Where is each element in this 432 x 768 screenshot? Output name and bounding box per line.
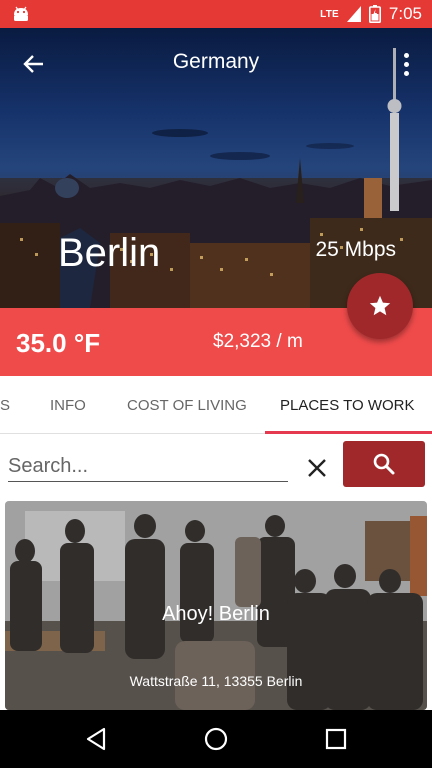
place-address: Wattstraße 11, 13355 Berlin: [129, 673, 303, 689]
tab-places-to-work[interactable]: PLACES TO WORK: [280, 376, 414, 434]
battery-icon: [368, 5, 381, 23]
search-bar: [0, 434, 432, 500]
status-time: 7:05: [388, 4, 422, 23]
system-navigation-bar: [0, 710, 432, 768]
place-card[interactable]: Ahoy! Berlin Wattstraße 11, 13355 Berlin: [5, 501, 427, 710]
nav-back-button[interactable]: [80, 723, 112, 755]
close-icon: [308, 459, 326, 477]
tab-cost-of-living[interactable]: COST OF LIVING: [127, 376, 247, 434]
city-hero-image: Germany Berlin 25 Mbps: [0, 28, 432, 308]
search-icon: [373, 453, 395, 475]
toolbar-title: Germany: [172, 50, 260, 73]
status-bar: LTE 7:05: [0, 0, 432, 28]
search-input[interactable]: [8, 452, 288, 482]
search-button[interactable]: [343, 441, 425, 487]
favorite-button[interactable]: [347, 273, 413, 339]
temperature-value: 35.0 °F: [16, 328, 101, 358]
app-toolbar: Germany: [0, 28, 432, 96]
internet-speed: 25 Mbps: [315, 238, 396, 261]
network-type-label: LTE: [320, 8, 339, 20]
triangle-back-icon: [86, 727, 106, 751]
city-name: Berlin: [58, 231, 161, 275]
tab-partial[interactable]: S: [0, 376, 10, 434]
monthly-cost-value: $2,323 / m: [213, 331, 303, 352]
circle-home-icon: [204, 727, 228, 751]
tab-bar: S INFO COST OF LIVING PLACES TO WORK: [0, 376, 432, 434]
more-vert-icon[interactable]: [394, 48, 418, 80]
android-notification-icon: [14, 6, 28, 21]
status-icons: LTE 7:05: [320, 4, 422, 24]
square-recents-icon: [325, 728, 347, 750]
star-icon: [369, 295, 391, 316]
tab-info[interactable]: INFO: [50, 376, 86, 434]
signal-icon: [346, 6, 361, 22]
place-name: Ahoy! Berlin: [162, 603, 270, 625]
app-screen: LTE 7:05 Germany Berlin 25 Mbps 35.0 °F …: [0, 0, 432, 768]
nav-home-button[interactable]: [200, 723, 232, 755]
nav-recents-button[interactable]: [320, 723, 352, 755]
clear-search-button[interactable]: [303, 454, 331, 482]
